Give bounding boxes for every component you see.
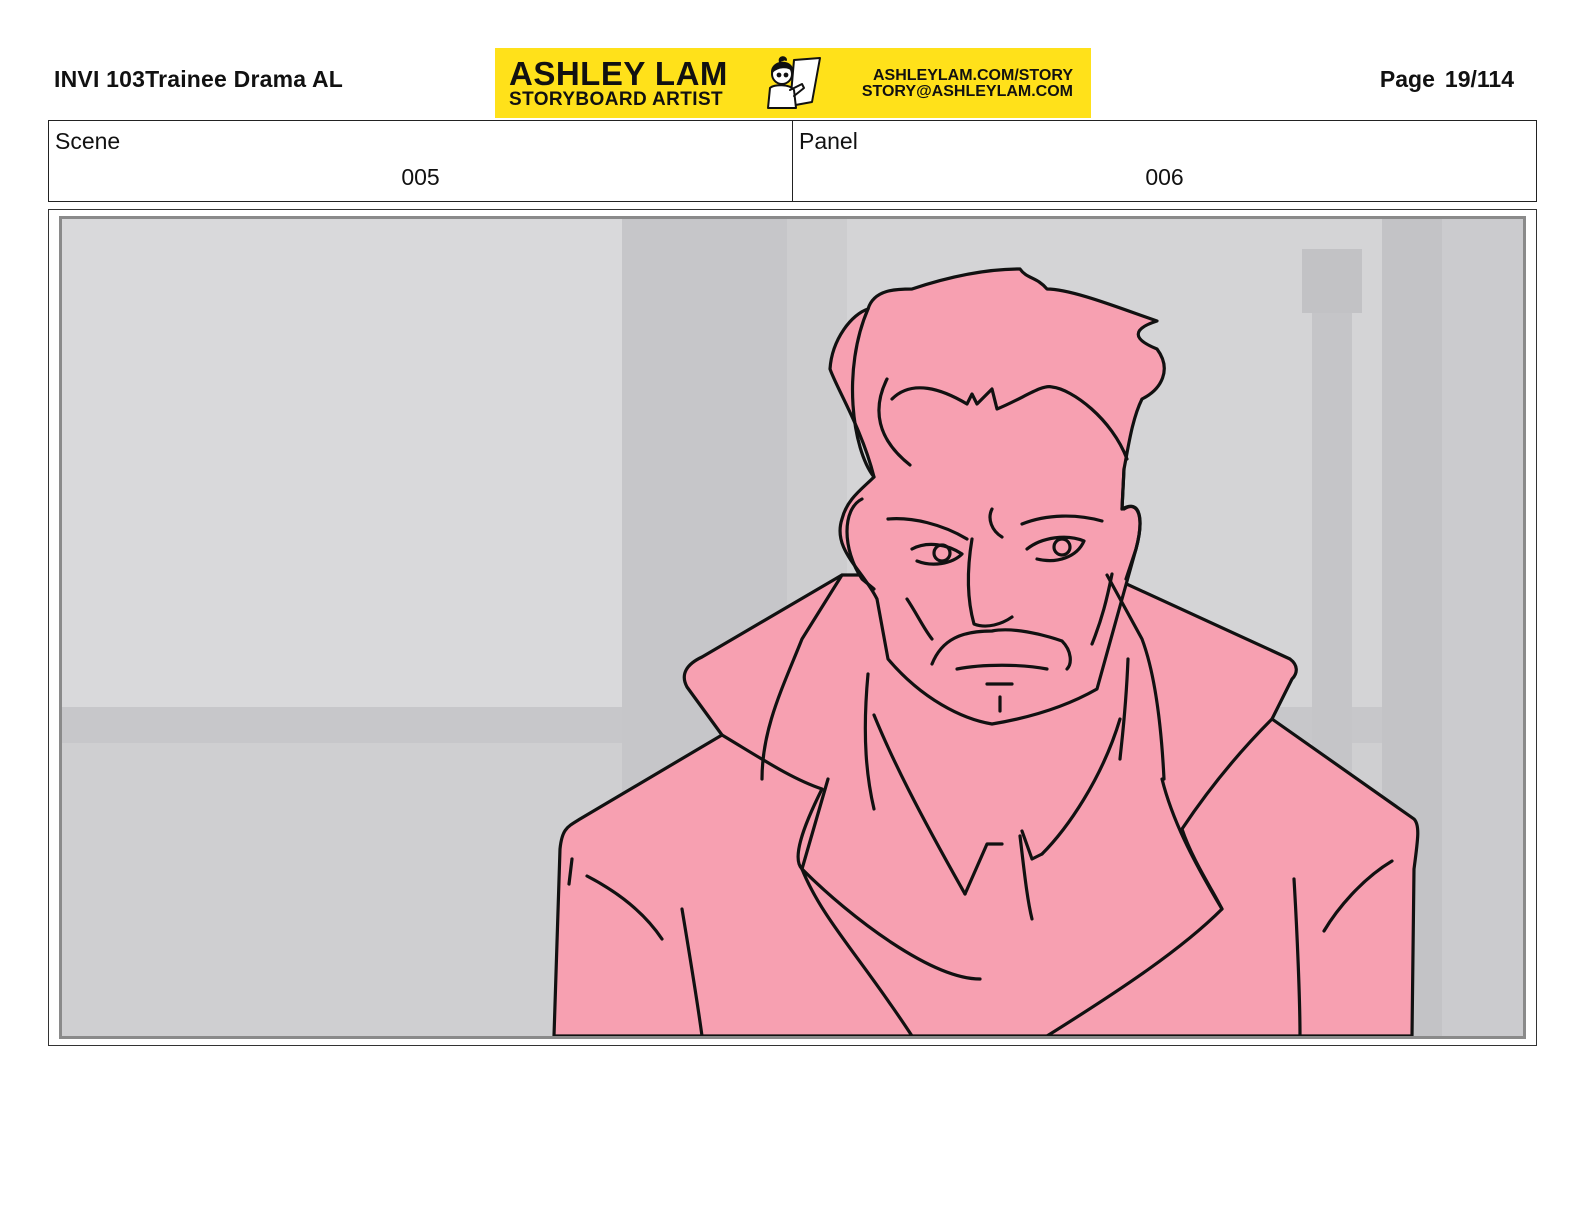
storyboard-frame [59, 216, 1526, 1039]
artist-website: ASHLEYLAM.COM/STORY [872, 67, 1073, 84]
storyboard-drawing [62, 219, 1523, 1036]
page-number: 19/114 [1444, 66, 1514, 92]
scene-cell: Scene 005 [49, 121, 793, 201]
panel-label: Panel [799, 128, 858, 154]
scene-number: 005 [401, 164, 440, 190]
artist-email: STORY@ASHLEYLAM.COM [861, 83, 1073, 100]
scene-label: Scene [55, 128, 121, 154]
artist-role: STORYBOARD ARTIST [509, 89, 724, 110]
artist-avatar-icon [760, 54, 826, 112]
page-label: Page [1379, 66, 1435, 92]
panel-number: 006 [1145, 164, 1184, 190]
artist-name: ASHLEY LAM [509, 55, 728, 92]
scene-panel-info: Scene 005 Panel 006 [48, 120, 1537, 202]
artist-banner: ASHLEY LAM STORYBOARD ARTIST ASHLEYLAM.C… [495, 48, 1091, 118]
page-indicator: Page 19/114 [1380, 66, 1514, 93]
document-title: INVI 103Trainee Drama AL [54, 66, 344, 92]
panel-cell: Panel 006 [793, 121, 1536, 201]
